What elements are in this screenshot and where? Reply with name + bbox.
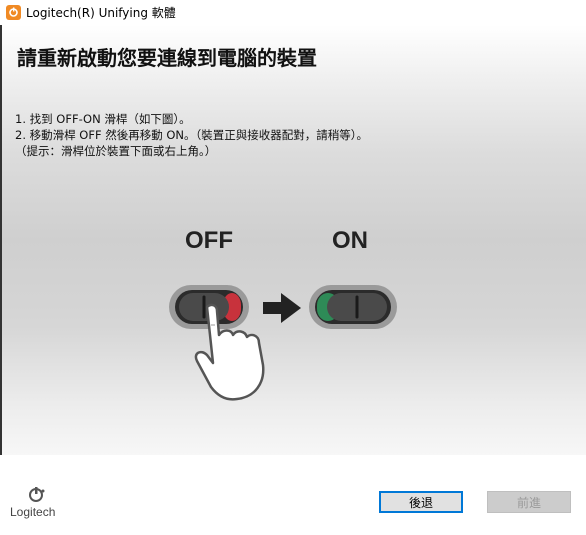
main-content: 請重新啟動您要連線到電腦的裝置 1. 找到 OFF-ON 滑桿（如下圖）。 2.…: [2, 25, 586, 455]
logitech-app-icon: [6, 5, 21, 20]
logitech-logo: Logitech: [10, 485, 70, 525]
setup-window: Logitech(R) Unifying 軟體 請重新啟動您要連線到電腦的裝置 …: [0, 0, 586, 535]
instructions: 1. 找到 OFF-ON 滑桿（如下圖）。 2. 移動滑桿 OFF 然後再移動 …: [15, 111, 368, 159]
instruction-step-1: 1. 找到 OFF-ON 滑桿（如下圖）。: [15, 112, 191, 126]
page-title: 請重新啟動您要連線到電腦的裝置: [17, 46, 317, 70]
instruction-hint: （提示：滑桿位於裝置下面或右上角。）: [15, 144, 217, 158]
window-title: Logitech(R) Unifying 軟體: [26, 6, 176, 20]
footer: Logitech 後退 前進: [0, 455, 586, 535]
arrow-right-icon: [263, 293, 301, 323]
instruction-step-2: 2. 移動滑桿 OFF 然後再移動 ON。（裝置正與接收器配對，請稍等）。: [15, 128, 369, 142]
logo-text: Logitech: [10, 505, 56, 519]
next-button[interactable]: 前進: [487, 491, 571, 513]
power-switch-illustration: OFF ON: [167, 225, 407, 405]
title-bar: Logitech(R) Unifying 軟體: [0, 0, 586, 25]
on-switch-icon: [309, 285, 397, 329]
logitech-logo-icon: [29, 487, 45, 502]
back-button[interactable]: 後退: [379, 491, 463, 513]
